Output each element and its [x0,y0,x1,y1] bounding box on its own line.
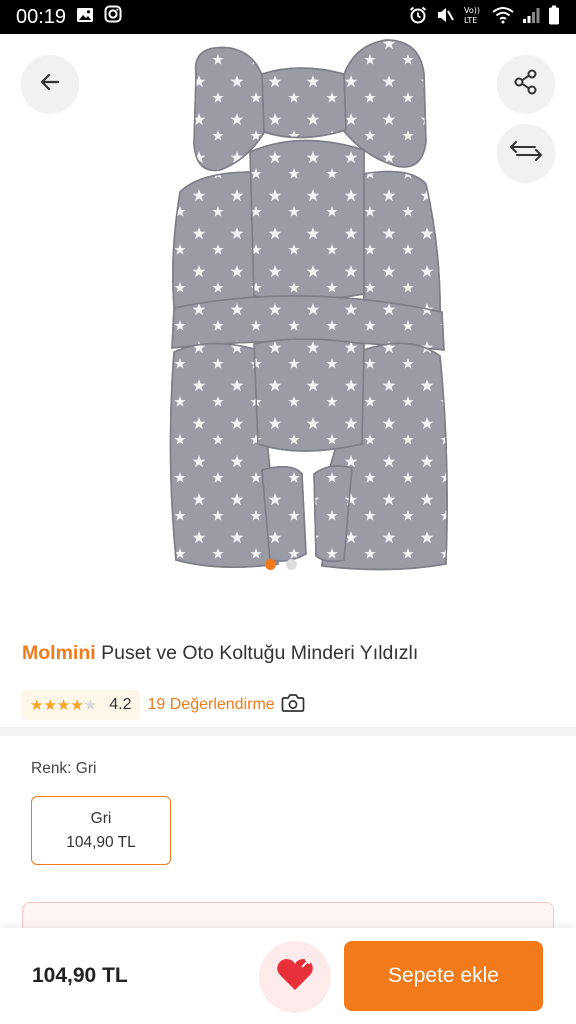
mute-icon [436,6,454,29]
pagination-dot-1[interactable] [265,559,276,570]
share-icon [512,68,540,101]
variant-name: Gri [90,809,112,827]
svg-text:LTE: LTE [464,16,477,25]
image-pagination[interactable] [265,559,297,570]
color-label: Renk: Gri [31,760,97,777]
status-time: 00:19 [16,5,67,28]
product-image-gallery[interactable] [0,34,576,594]
rating-value: 4.2 [109,696,132,713]
brand-link[interactable]: Molmini [22,642,96,664]
add-to-cart-button[interactable]: Sepete ekle [344,941,543,1011]
camera-icon [281,693,305,718]
svg-text:Vo)): Vo)) [464,6,480,15]
back-button[interactable] [21,55,79,113]
product-title: Molmini Puset ve Oto Koltuğu Minderi Yıl… [22,642,418,665]
heart-icon [275,957,315,998]
variant-option-gri[interactable]: Gri 104,90 TL [31,796,171,865]
signal-icon [522,6,540,29]
rating-summary[interactable]: ★★★★★ ★★★★★ 4.2 [22,690,140,720]
bottom-price: 104,90 TL [32,964,128,987]
reviews-link[interactable]: 19 Değerlendirme [148,693,305,718]
stars-filled: ★★★★★ [30,697,86,714]
status-bar: 00:19 Vo)) LTE [0,0,576,34]
battery-icon [548,5,560,30]
product-photo [169,39,448,571]
share-button[interactable] [497,55,555,113]
star-rating: ★★★★★ ★★★★★ [30,696,97,714]
product-name: Puset ve Oto Koltuğu Minderi Yıldızlı [101,642,419,664]
swap-arrows-icon [509,139,543,168]
arrow-left-icon [38,70,62,99]
compare-button[interactable] [497,124,555,182]
volte-icon: Vo)) LTE [462,4,484,31]
wifi-icon [492,6,514,29]
instagram-icon [104,5,122,29]
rating-row: ★★★★★ ★★★★★ 4.2 19 Değerlendirme [22,690,305,720]
section-divider [0,727,576,736]
alarm-icon [408,5,428,30]
bottom-action-bar: 104,90 TL Sepete ekle [0,928,576,1024]
gallery-icon [76,6,94,29]
variant-price: 104,90 TL [66,833,136,851]
favorite-button[interactable] [259,941,331,1013]
pagination-dot-2[interactable] [286,559,297,570]
reviews-label: 19 Değerlendirme [147,696,275,713]
